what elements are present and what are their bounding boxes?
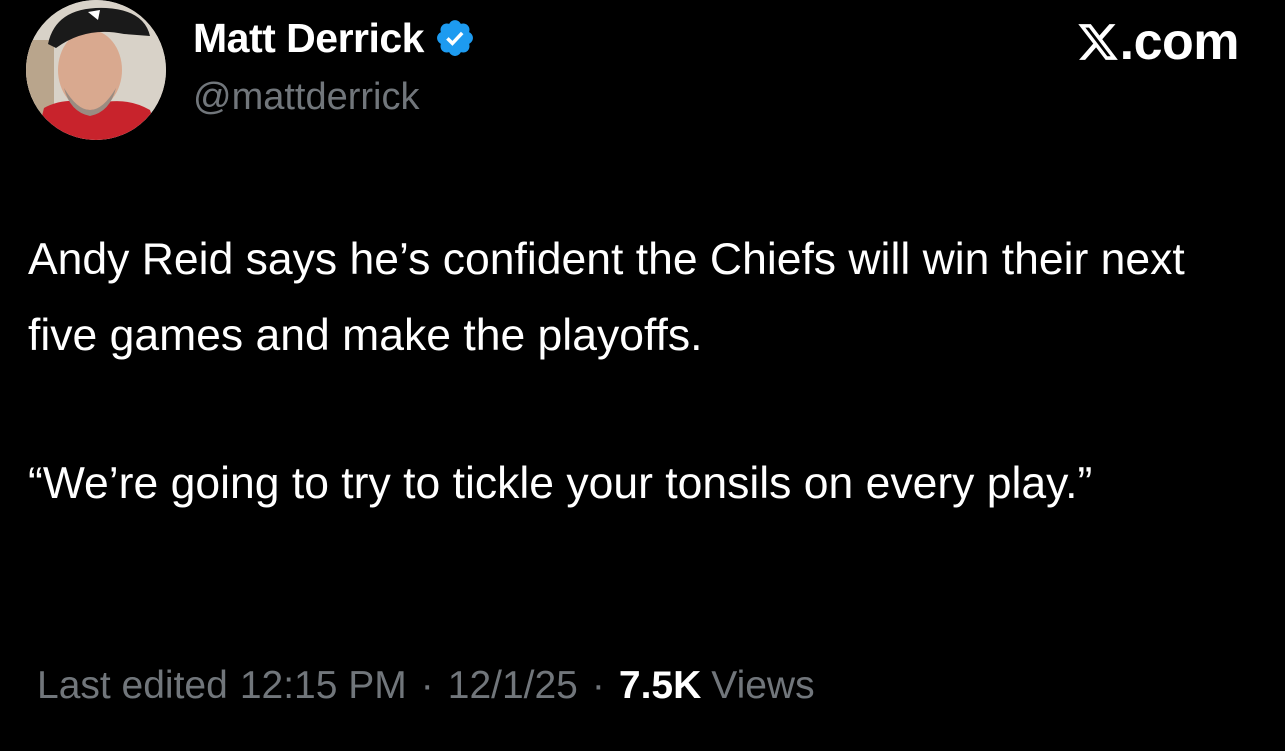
views-label[interactable]: Views [711,664,814,708]
profile-photo-avatar-icon [26,0,166,140]
tweet-time[interactable]: 12:15 PM [240,664,407,708]
views-count[interactable]: 7.5K [619,664,701,708]
author-avatar[interactable] [26,0,166,140]
brand-mark: .com [1076,13,1240,71]
author-name-row: Matt Derrick [193,12,476,64]
tweet-paragraph: Andy Reid says he’s confident the Chiefs… [28,235,1185,360]
author-handle[interactable]: @mattderrick [193,76,476,119]
tweet-paragraph: “We’re going to try to tickle your tonsi… [28,459,1093,508]
verified-badge-icon [434,17,476,59]
tweet-date[interactable]: 12/1/25 [448,664,578,708]
tweet-body: Andy Reid says he’s confident the Chiefs… [28,222,1248,522]
edited-label[interactable]: Last edited [37,664,228,708]
author-display-name[interactable]: Matt Derrick [193,15,424,62]
tweet-metadata: Last edited 12:15 PM · 12/1/25 · 7.5K Vi… [37,664,815,708]
separator-dot: · [591,664,605,707]
x-logo-icon [1076,20,1120,64]
brand-domain-text: .com [1119,13,1240,71]
tweet-card: Matt Derrick @mattderrick .com Andy Reid… [0,0,1285,751]
separator-dot: · [420,664,434,707]
author-info: Matt Derrick @mattderrick [193,12,476,119]
